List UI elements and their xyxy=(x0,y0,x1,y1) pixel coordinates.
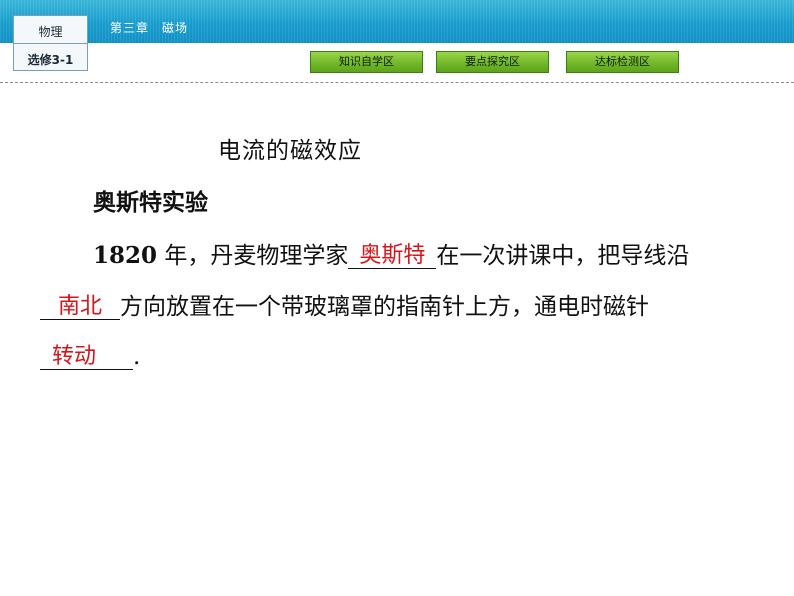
subject-label: 物理 xyxy=(38,25,63,39)
nav-assessment-button[interactable]: 达标检测区 xyxy=(566,51,679,73)
answer-needle: 转动 xyxy=(52,344,97,369)
paragraph-line-2: 南北 方向放置在一个带玻璃罩的指南针上方，通电时磁针 xyxy=(40,287,649,321)
fill-blank-3: 转动 xyxy=(40,339,133,370)
chapter-title: 第三章 磁场 xyxy=(110,21,189,35)
line3-period: . xyxy=(133,344,141,370)
answer-direction: 南北 xyxy=(57,294,102,319)
section-title: 奥斯特实验 xyxy=(93,190,208,216)
paragraph-line-1: 1820 年，丹麦物理学家 奥斯特 在一次讲课中，把导线沿 xyxy=(93,236,689,270)
topic-heading: 电流的磁效应 xyxy=(218,138,362,164)
header-divider xyxy=(0,82,794,83)
year-text: 1820 xyxy=(93,242,158,269)
line1-after: 在一次讲课中，把导线沿 xyxy=(436,243,690,269)
module-label: 选修3-1 xyxy=(27,53,74,67)
nav-key-points-button[interactable]: 要点探究区 xyxy=(436,51,549,73)
module-tab[interactable]: 选修3-1 xyxy=(13,43,88,71)
answer-scientist: 奥斯特 xyxy=(359,243,426,268)
fill-blank-1: 奥斯特 xyxy=(348,238,437,269)
paragraph-line-3: 转动. xyxy=(40,339,140,370)
nav-self-study-button[interactable]: 知识自学区 xyxy=(310,51,423,73)
subject-tab[interactable]: 物理 xyxy=(13,15,88,43)
line1-before: 年，丹麦物理学家 xyxy=(164,243,349,269)
fill-blank-2: 南北 xyxy=(40,289,120,320)
line2-after: 方向放置在一个带玻璃罩的指南针上方，通电时磁针 xyxy=(120,294,649,320)
